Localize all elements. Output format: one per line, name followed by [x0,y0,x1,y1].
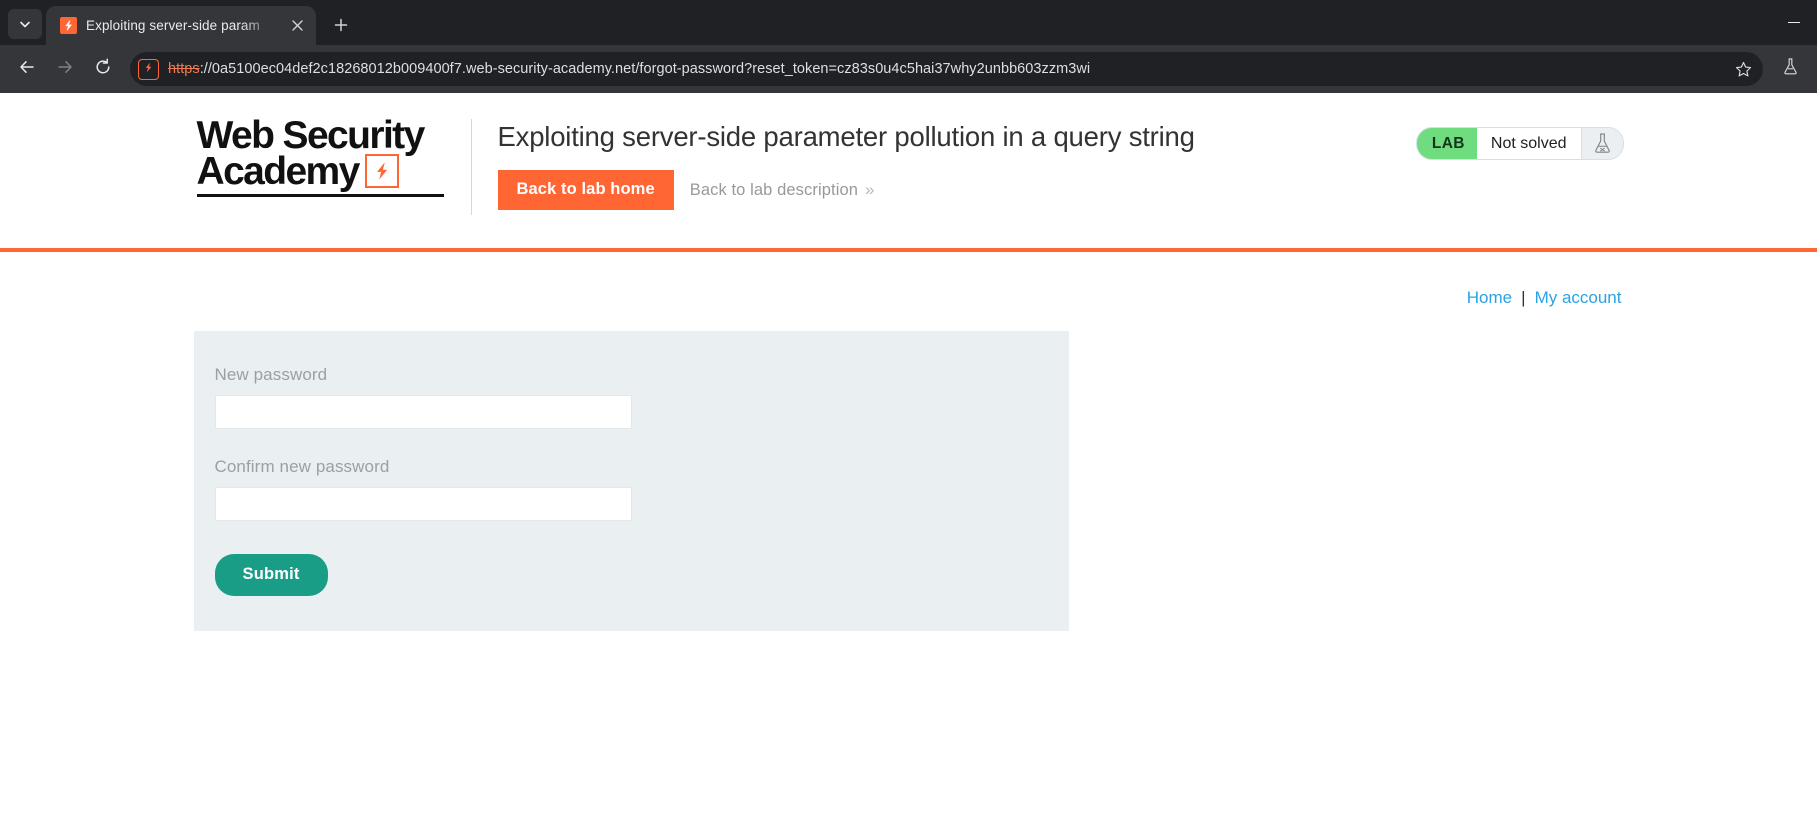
reload-button[interactable] [86,52,120,86]
logo-line-2-row: Academy [196,150,444,193]
lab-status-badge[interactable]: LAB Not solved [1415,127,1624,160]
plus-icon [334,15,348,36]
header-inner: Web Security Academy Exploiting server-s… [194,115,1624,215]
confirm-password-label: Confirm new password [214,457,390,476]
lab-header-text: Exploiting server-side parameter polluti… [497,115,1195,210]
forward-button[interactable] [48,52,82,86]
header-divider [470,119,472,215]
back-to-lab-description-label: Back to lab description [689,180,859,199]
back-to-lab-description-link[interactable]: Back to lab description » [690,180,875,200]
window-controls [1771,0,1817,45]
browser-window: Exploiting server-side param https://0a5… [0,0,1817,823]
arrow-left-icon [18,58,36,81]
reset-password-form: New password Confirm new password Submit [193,331,1069,631]
logo-underline [196,193,444,197]
web-security-academy-logo[interactable]: Web Security Academy [196,114,444,197]
new-password-label: New password [214,365,328,384]
tab-title: Exploiting server-side param [86,18,260,33]
tab-search-button[interactable] [8,9,42,39]
page-body: Home | My account New password Confirm new… [193,252,1624,631]
back-to-lab-home-button[interactable]: Back to lab home [497,170,674,210]
burp-lightning-icon [364,153,399,188]
lab-actions: Back to lab home Back to lab description… [497,170,1195,210]
lab-status-text: Not solved [1476,128,1581,159]
url-input[interactable]: https://0a5100ec04def2c18268012b009400f7… [168,61,1720,77]
academy-header: Web Security Academy Exploiting server-s… [0,93,1817,248]
nav-link-home[interactable]: Home [1467,288,1512,307]
tab-strip: Exploiting server-side param [0,0,1817,45]
close-icon[interactable] [288,17,306,35]
url-rest: ://0a5100ec04def2c18268012b009400f7.web-… [199,61,1091,77]
minimize-icon [1788,21,1800,24]
page-viewport: Web Security Academy Exploiting server-s… [0,93,1817,823]
lab-tag: LAB [1416,128,1477,159]
burp-lightning-icon [60,17,77,34]
chevron-double-right-icon: » [865,180,875,199]
logo-line-2: Academy [196,150,361,193]
page-title: Exploiting server-side parameter polluti… [497,121,1195,152]
flask-icon [1781,57,1800,81]
account-nav: Home | My account [194,288,1624,308]
logo-line-1: Web Security [196,114,426,157]
new-password-input[interactable] [214,395,632,429]
browser-tab[interactable]: Exploiting server-side param [46,6,316,45]
new-tab-button[interactable] [326,10,356,40]
toolbar-right-actions [1773,52,1807,86]
burp-browser-button[interactable] [1773,52,1807,86]
arrow-right-icon [56,58,74,81]
minimize-button[interactable] [1771,0,1817,45]
nav-separator: | [1521,288,1526,307]
confirm-password-input[interactable] [214,487,632,521]
back-button[interactable] [10,52,44,86]
burp-lightning-icon [144,60,153,78]
address-bar[interactable]: https://0a5100ec04def2c18268012b009400f7… [130,52,1763,86]
url-scheme: https [168,61,200,77]
chevron-down-icon [19,18,31,30]
site-info-button[interactable] [138,58,159,80]
browser-toolbar: https://0a5100ec04def2c18268012b009400f7… [0,45,1817,93]
nav-link-my-account[interactable]: My account [1535,288,1622,307]
flask-icon [1580,128,1623,159]
submit-button[interactable]: Submit [214,554,328,596]
star-icon[interactable] [1729,55,1757,83]
reload-icon [94,57,112,81]
